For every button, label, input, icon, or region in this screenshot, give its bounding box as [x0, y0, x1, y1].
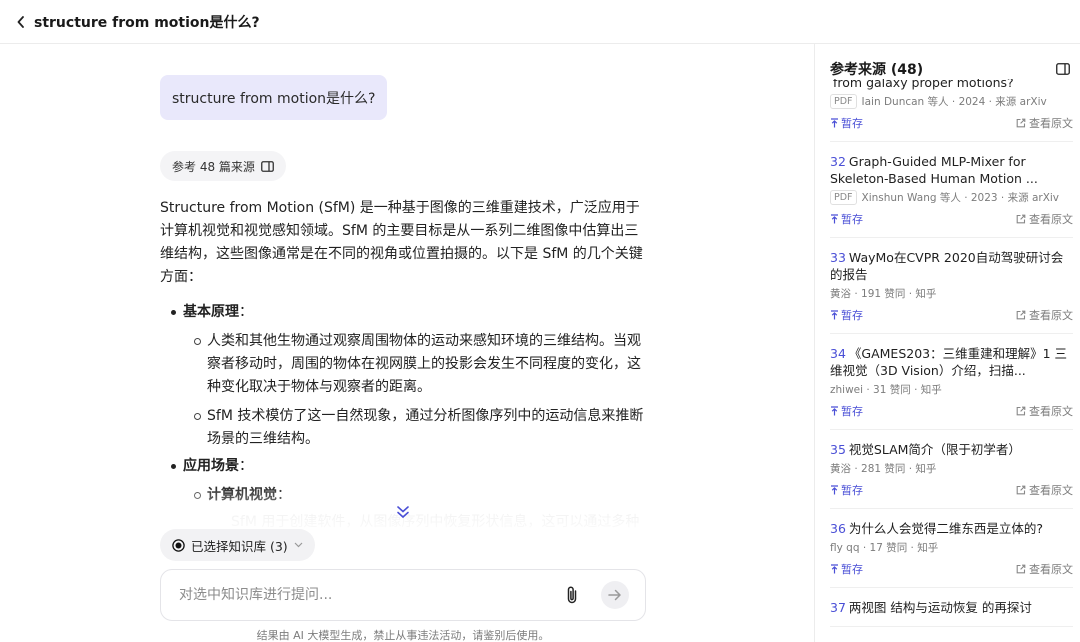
- sidebar-title: 参考来源 (48): [830, 62, 924, 78]
- external-link-icon: [1016, 564, 1026, 574]
- chevron-down-icon: [294, 542, 303, 548]
- pin-icon: [831, 310, 838, 320]
- view-original-link[interactable]: 查看原文: [1016, 211, 1073, 227]
- source-meta: fly qq · 17 赞同 · 知乎: [830, 542, 939, 554]
- heading-colon: ：: [239, 458, 253, 474]
- source-meta: zhiwei · 31 赞同 · 知乎: [830, 384, 942, 396]
- view-original-link[interactable]: 查看原文: [1016, 482, 1073, 498]
- external-link-icon: [1016, 406, 1026, 416]
- list-item: 基本原理：: [160, 301, 648, 324]
- heading-colon: ：: [239, 304, 253, 320]
- question-input-box: [160, 569, 646, 621]
- save-button[interactable]: 暂存: [830, 561, 863, 577]
- view-original-link[interactable]: 查看原文: [1016, 307, 1073, 323]
- source-meta: 黄浴 · 281 赞同 · 知乎: [830, 463, 937, 475]
- external-link-icon: [1016, 214, 1026, 224]
- source-title: 两视图 结构与运动恢复 的再探讨: [848, 600, 1032, 615]
- ai-disclaimer: 结果由 AI 大模型生成，禁止从事违法活动，请鉴别后使用。: [256, 629, 550, 642]
- external-link-icon: [1016, 485, 1026, 495]
- source-number: 33: [830, 250, 846, 265]
- source-meta: Xinshun Wang 等人 · 2023 · 来源 arXiv: [861, 192, 1060, 204]
- pin-icon: [831, 485, 838, 495]
- source-meta: Iain Duncan 等人 · 2024 · 来源 arXiv: [861, 96, 1047, 108]
- save-button[interactable]: 暂存: [830, 482, 863, 498]
- source-item[interactable]: 37 两视图 结构与运动恢复 的再探讨: [830, 599, 1073, 627]
- question-input[interactable]: [179, 587, 563, 603]
- chat-area: structure from motion是什么? 参考 48 篇来源 Stru…: [0, 44, 814, 642]
- send-button[interactable]: [601, 581, 629, 609]
- user-message-bubble: structure from motion是什么?: [160, 75, 388, 120]
- source-title: WayMo在CVPR 2020自动驾驶研讨会的报告: [830, 250, 1064, 282]
- arrow-right-icon: [608, 589, 621, 601]
- references-chip[interactable]: 参考 48 篇来源: [160, 151, 286, 181]
- source-item[interactable]: 34 《GAMES203：三维重建和理解》1 三维视觉（3D Vision）介绍，…: [830, 345, 1073, 430]
- view-original-link[interactable]: 查看原文: [1016, 403, 1073, 419]
- pin-icon: [831, 214, 838, 224]
- list-item: SfM 技术模仿了这一自然现象，通过分析图像序列中的运动信息来推断场景的三维结构…: [160, 405, 648, 451]
- save-button[interactable]: 暂存: [830, 211, 863, 227]
- external-link-icon: [1016, 310, 1026, 320]
- save-button[interactable]: 暂存: [830, 115, 863, 131]
- sub-heading: 计算机视觉: [207, 487, 277, 503]
- attachment-paperclip-icon[interactable]: [563, 585, 581, 605]
- view-original-link[interactable]: 查看原文: [1016, 115, 1073, 131]
- collapse-panel-icon[interactable]: [1056, 63, 1070, 75]
- view-original-link[interactable]: 查看原文: [1016, 561, 1073, 577]
- pin-icon: [831, 118, 838, 128]
- source-meta: 黄浴 · 191 赞同 · 知乎: [830, 288, 937, 300]
- answer-intro: Structure from Motion (SfM) 是一种基于图像的三维重建…: [160, 200, 643, 285]
- knowledge-base-selector[interactable]: 已选择知识库 (3): [160, 529, 315, 561]
- source-list: from galaxy proper motions? PDF Iain Dunc…: [830, 74, 1073, 638]
- list-item: 人类和其他生物通过观察周围物体的运动来感知环境的三维结构。当观察者移动时，周围的…: [160, 330, 648, 399]
- save-button[interactable]: 暂存: [830, 307, 863, 323]
- pdf-badge: PDF: [830, 190, 857, 205]
- radio-selected-icon: [172, 538, 185, 552]
- save-button[interactable]: 暂存: [830, 403, 863, 419]
- knowledge-base-label: 已选择知识库 (3): [191, 538, 288, 554]
- heading-colon: ：: [277, 487, 291, 503]
- list-item: 应用场景：: [160, 455, 648, 478]
- assistant-answer: Structure from Motion (SfM) 是一种基于图像的三维重建…: [160, 197, 648, 534]
- source-title: 《GAMES203：三维重建和理解》1 三维视觉（3D Vision）介绍，扫描…: [830, 346, 1068, 378]
- top-bar: structure from motion是什么?: [0, 0, 1080, 44]
- references-sidebar: 参考来源 (48) from galaxy proper motions? PD…: [814, 44, 1080, 642]
- source-title: 为什么人会觉得二维东西是立体的?: [848, 521, 1044, 536]
- scroll-down-icon[interactable]: [396, 504, 410, 520]
- source-title: 视觉SLAM简介（限于初学者）: [848, 442, 1021, 457]
- source-number: 32: [830, 154, 846, 169]
- back-chevron-icon[interactable]: [14, 15, 28, 29]
- source-number: 37: [830, 600, 846, 615]
- pin-icon: [831, 406, 838, 416]
- source-number: 36: [830, 521, 846, 536]
- pin-icon: [831, 564, 838, 574]
- sidebar-panel-icon: [261, 160, 274, 172]
- source-item[interactable]: 32 Graph-Guided MLP-Mixer for Skeleton-Ba…: [830, 153, 1073, 238]
- source-number: 34: [830, 346, 846, 361]
- references-chip-label: 参考 48 篇来源: [172, 159, 255, 174]
- source-item[interactable]: from galaxy proper motions? PDF Iain Dunc…: [830, 74, 1073, 142]
- page-title: structure from motion是什么?: [34, 14, 260, 31]
- source-item[interactable]: 36 为什么人会觉得二维东西是立体的? fly qq · 17 赞同 · 知乎 暂…: [830, 520, 1073, 588]
- source-title: Graph-Guided MLP-Mixer for Skeleton-Base…: [830, 154, 1038, 186]
- source-item[interactable]: 35 视觉SLAM简介（限于初学者） 黄浴 · 281 赞同 · 知乎 暂存 查看…: [830, 441, 1073, 509]
- sidebar-header: 参考来源 (48): [830, 59, 1070, 79]
- source-number: 35: [830, 442, 846, 457]
- pdf-badge: PDF: [830, 94, 857, 109]
- external-link-icon: [1016, 118, 1026, 128]
- source-item[interactable]: 33 WayMo在CVPR 2020自动驾驶研讨会的报告 黄浴 · 191 赞同 …: [830, 249, 1073, 334]
- section-heading: 应用场景: [183, 458, 239, 474]
- section-heading: 基本原理: [183, 304, 239, 320]
